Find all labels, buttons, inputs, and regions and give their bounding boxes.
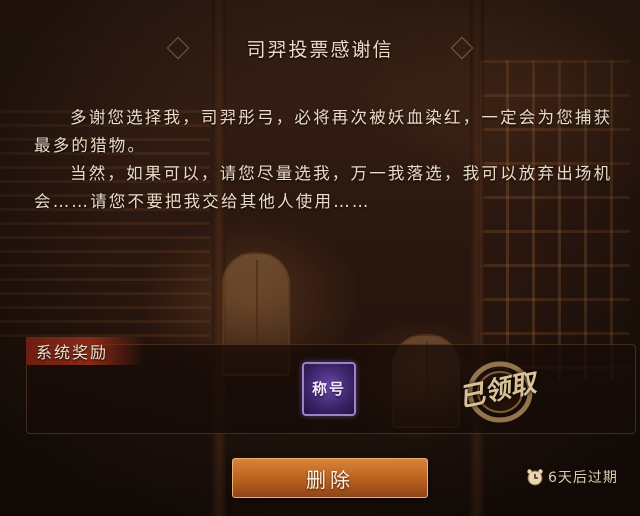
- clock-icon: [526, 468, 544, 486]
- title-badge-icon[interactable]: 称号: [302, 362, 356, 416]
- background-scene: [0, 0, 640, 516]
- dialog-title: 司羿投票感谢信: [246, 38, 394, 61]
- reward-section-label: 系统奖励: [36, 343, 109, 362]
- vignette-overlay: [0, 0, 640, 516]
- letter-paragraph: 当然，如果可以，请您尽量选我，万一我落选，我可以放弃出场机会……请您不要把我交给…: [34, 164, 613, 211]
- delete-button-label: 删除: [306, 467, 354, 492]
- expiry-info: 6天后过期: [526, 467, 618, 487]
- delete-button[interactable]: 删除: [232, 458, 428, 498]
- expiry-text: 6天后过期: [548, 470, 618, 486]
- claimed-stamp: 已领取: [452, 356, 542, 426]
- reward-item-label: 称号: [312, 380, 347, 398]
- letter-paragraph: 多谢您选择我，司羿彤弓，必将再次被妖血染红，一定会为您捕获最多的猎物。: [34, 108, 613, 155]
- letter-body: 多谢您选择我，司羿彤弓，必将再次被妖血染红，一定会为您捕获最多的猎物。 当然，如…: [34, 104, 618, 216]
- reward-section-tag: 系统奖励: [26, 337, 144, 365]
- dialog-title-bar: 司羿投票感谢信: [150, 28, 490, 68]
